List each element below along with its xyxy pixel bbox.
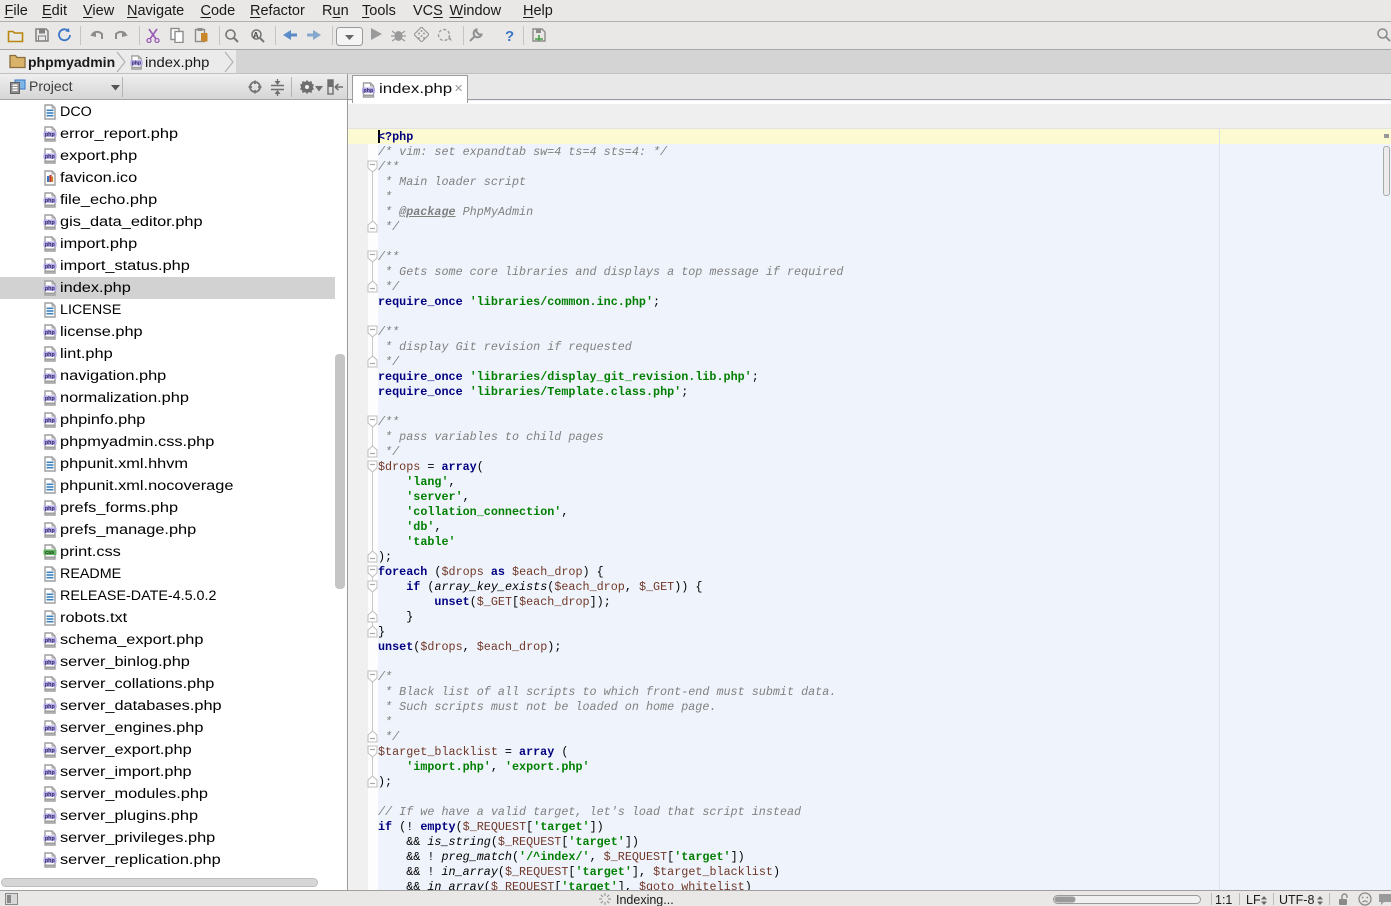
svg-text:A: A — [253, 31, 259, 40]
svg-text:?: ? — [505, 28, 514, 43]
